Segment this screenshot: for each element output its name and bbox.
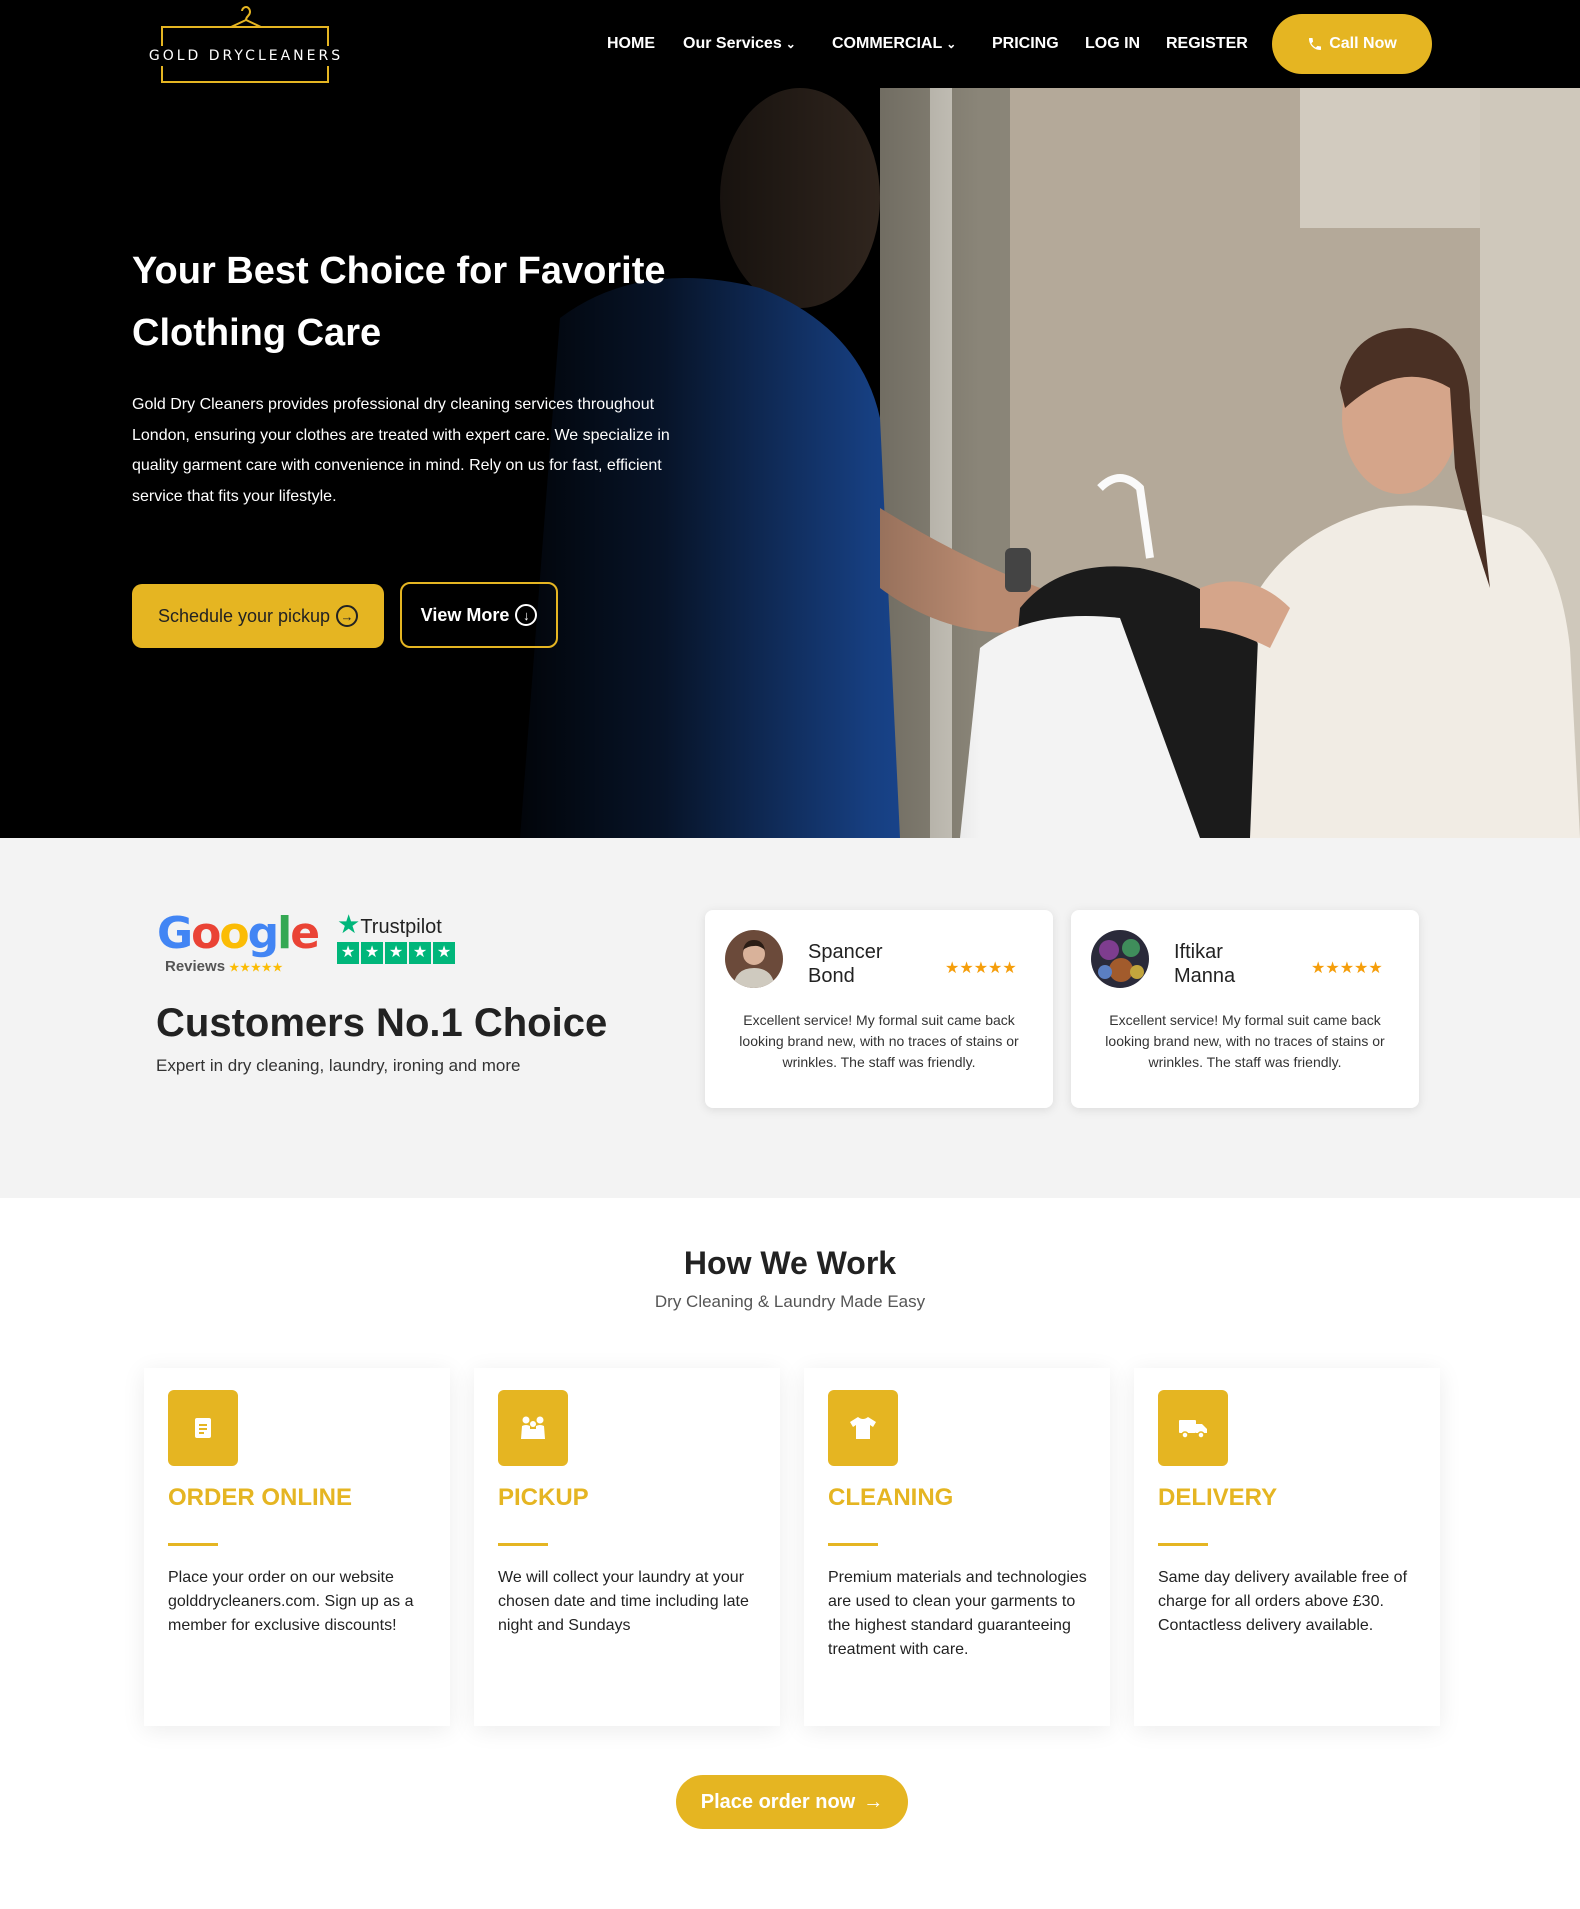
step-card-cleaning: CLEANING Premium materials and technolog…	[804, 1368, 1110, 1726]
step-title: PICKUP	[498, 1484, 589, 1511]
google-wordmark: Google	[157, 908, 320, 959]
step-text: Place your order on our website golddryc…	[168, 1569, 414, 1634]
trustpilot-logo: ★Trustpilot ★ ★ ★ ★ ★	[337, 909, 467, 972]
chevron-down-icon: ⌄	[785, 37, 796, 51]
view-more-label: View More	[420, 604, 510, 625]
rating-stars-icon: ★★★★★	[945, 960, 1017, 977]
step-divider	[168, 1543, 218, 1546]
step-text: Premium materials and technologies are u…	[828, 1569, 1087, 1658]
hanger-icon	[230, 6, 262, 28]
arrow-right-circle-icon: →	[336, 605, 359, 627]
schedule-pickup-button[interactable]: Schedule your pickup →	[132, 584, 384, 648]
logo-text: GOLD DRYCLEANERS	[141, 46, 351, 66]
google-stars-icon: ★★★★★	[229, 962, 284, 974]
step-divider	[498, 1543, 548, 1546]
reviewer-name: Iftikar Manna	[1174, 941, 1236, 987]
reviewer-name: Spancer Bond	[808, 941, 883, 987]
reviews-title: Customers No.1 Choice	[156, 1001, 608, 1045]
how-we-work-title: How We Work	[683, 1245, 897, 1281]
review-card: Spancer Bond ★★★★★ Excellent service! My…	[705, 910, 1053, 1108]
document-icon	[168, 1390, 238, 1466]
trustpilot-star-icon: ★	[337, 909, 361, 939]
nav-pricing[interactable]: PRICING	[992, 28, 1059, 60]
nav-log-in[interactable]: LOG IN	[1085, 28, 1140, 60]
avatar	[1091, 930, 1149, 988]
trustpilot-rating-icon: ★ ★ ★ ★ ★	[337, 942, 467, 964]
rating-stars-icon: ★★★★★	[1311, 960, 1383, 977]
hero-section: Your Best Choice for Favorite Clothing C…	[0, 88, 1580, 838]
place-order-label: Place order now	[700, 1790, 856, 1813]
google-reviews-label: Reviews ★★★★★	[165, 958, 284, 975]
step-text: Same day delivery available free of char…	[1158, 1569, 1408, 1634]
step-card-pickup: PICKUP We will collect your laundry at y…	[474, 1368, 780, 1726]
brand-logo[interactable]: GOLD DRYCLEANERS	[141, 6, 351, 84]
top-navbar: GOLD DRYCLEANERS HOME Our Services ⌄ COMM…	[0, 0, 1580, 88]
nav-our-services[interactable]: Our Services ⌄	[683, 28, 796, 60]
step-divider	[828, 1543, 878, 1546]
review-text: Excellent service! My formal suit came b…	[1105, 1012, 1385, 1070]
tshirt-icon	[828, 1390, 898, 1466]
google-reviews-logo: Google Reviews ★★★★★	[157, 908, 320, 980]
reviews-subtitle: Expert in dry cleaning, laundry, ironing…	[156, 1056, 521, 1075]
step-divider	[1158, 1543, 1208, 1546]
nav-home[interactable]: HOME	[607, 28, 655, 60]
review-text: Excellent service! My formal suit came b…	[739, 1012, 1019, 1070]
people-icon	[498, 1390, 568, 1466]
place-order-button[interactable]: Place order now →	[676, 1775, 908, 1829]
nav-register[interactable]: REGISTER	[1166, 28, 1248, 60]
step-title: DELIVERY	[1158, 1484, 1278, 1511]
step-card-delivery: DELIVERY Same day delivery available fre…	[1134, 1368, 1440, 1726]
nav-commercial[interactable]: COMMERCIAL ⌄	[832, 28, 956, 60]
arrow-right-icon: →	[863, 1790, 884, 1813]
truck-icon	[1158, 1390, 1228, 1466]
schedule-pickup-label: Schedule your pickup	[157, 605, 331, 626]
step-title: CLEANING	[828, 1484, 954, 1511]
trustpilot-wordmark: Trustpilot	[360, 916, 442, 938]
chevron-down-icon: ⌄	[946, 37, 957, 51]
hero-description: Gold Dry Cleaners provides professional …	[132, 396, 670, 505]
reviews-section: Google Reviews ★★★★★ ★Trustpilot ★ ★ ★ ★ ★ C…	[0, 838, 1580, 1198]
view-more-button[interactable]: View More ↓	[400, 582, 558, 648]
arrow-down-circle-icon: ↓	[515, 604, 538, 626]
how-we-work-subtitle: Dry Cleaning & Laundry Made Easy	[654, 1292, 926, 1311]
call-now-button[interactable]: Call Now	[1272, 14, 1432, 74]
step-title: ORDER ONLINE	[168, 1484, 353, 1511]
step-card-order-online: ORDER ONLINE Place your order on our web…	[144, 1368, 450, 1726]
step-text: We will collect your laundry at your cho…	[498, 1569, 749, 1634]
hero-title: Your Best Choice for Favorite Clothing C…	[132, 250, 666, 354]
avatar	[725, 930, 783, 988]
phone-icon	[1309, 38, 1322, 50]
review-card: Iftikar Manna ★★★★★ Excellent service! M…	[1071, 910, 1419, 1108]
